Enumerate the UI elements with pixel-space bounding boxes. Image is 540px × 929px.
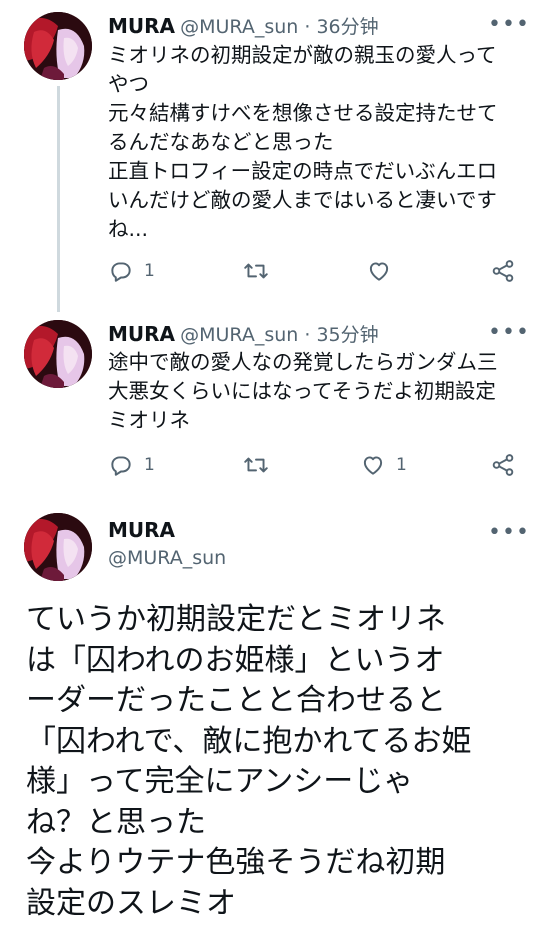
like-count: 1 [396,455,407,475]
reply-button[interactable]: 1 [108,258,155,284]
like-button[interactable]: 1 [360,452,407,478]
retweet-icon [244,263,268,279]
separator: · [298,16,317,38]
display-name[interactable]: MURA [108,322,175,346]
tweet-header: MURA @MURA_sun · 35分钟 [108,320,379,347]
reply-count: 1 [144,261,155,281]
thread-line [57,86,60,312]
like-icon [369,262,389,281]
user-handle[interactable]: @MURA_sun [108,547,226,569]
more-icon[interactable]: ••• [488,14,530,36]
user-handle[interactable]: @MURA_sun [180,16,298,38]
avatar[interactable] [24,513,92,581]
more-icon[interactable]: ••• [488,322,530,344]
main-tweet-text: ていうか初期設定だとミオリネ は「囚われのお姫様」というオ ーダーだったことと合… [26,602,472,921]
tweet-text: 途中で敵の愛人なの発覚したらガンダム三 大悪女くらいにはなってそうだよ初期設定 … [108,350,498,432]
avatar[interactable] [24,320,92,388]
reply-count: 1 [144,455,155,475]
like-icon [363,456,383,475]
like-button[interactable] [366,258,402,284]
user-handle[interactable]: @MURA_sun [180,324,298,346]
timestamp[interactable]: 35分钟 [316,324,378,346]
display-name[interactable]: MURA [108,518,175,542]
retweet-button[interactable] [242,452,280,478]
separator: · [298,324,317,346]
tweet-text: ミオリネの初期設定が敵の親玉の愛人って やつ 元々結構すけべを想像させる設定持た… [108,43,498,241]
share-icon [492,454,514,476]
retweet-icon [244,457,268,473]
share-icon [492,260,514,282]
tweet-actions: 1 1 [108,452,518,482]
reply-icon [111,456,131,476]
share-button[interactable] [490,452,516,478]
tweet-actions: 1 [108,258,518,288]
timestamp[interactable]: 36分钟 [316,16,378,38]
display-name[interactable]: MURA [108,14,175,38]
share-button[interactable] [490,258,516,284]
retweet-button[interactable] [242,258,280,284]
more-icon[interactable]: ••• [488,522,530,544]
reply-button[interactable]: 1 [108,452,155,478]
avatar[interactable] [24,12,92,80]
tweet-header: MURA @MURA_sun · 36分钟 [108,12,379,39]
reply-icon [111,262,131,282]
